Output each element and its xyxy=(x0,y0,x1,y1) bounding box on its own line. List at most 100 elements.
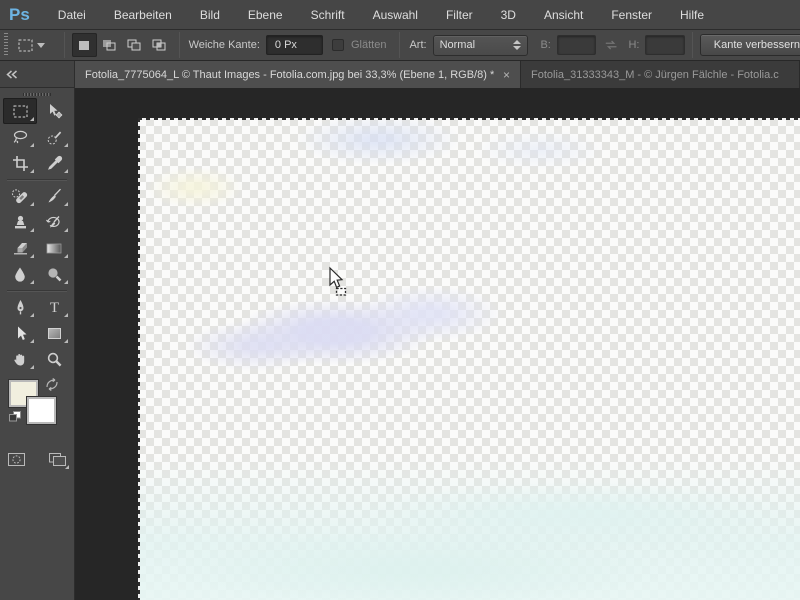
tab-label: Fotolia_31333343_M - © Jürgen Fälchle - … xyxy=(531,68,779,81)
updown-arrows-icon xyxy=(513,40,522,50)
feather-input[interactable]: 0 Px xyxy=(265,35,324,55)
eraser-icon xyxy=(13,243,27,255)
menu-hilfe[interactable]: Hilfe xyxy=(666,0,718,30)
menu-fenster[interactable]: Fenster xyxy=(597,0,666,30)
lasso-tool[interactable] xyxy=(3,124,37,150)
main-row: T xyxy=(0,88,800,600)
style-select[interactable]: Normal xyxy=(432,34,529,56)
type-icon: T xyxy=(49,300,58,316)
eyedropper-tool[interactable] xyxy=(37,150,71,176)
tool-options-bar: Weiche Kante: 0 Px Glätten Art: Normal B… xyxy=(0,30,800,61)
rectangular-marquee-tool[interactable] xyxy=(3,98,37,124)
move-tool[interactable] xyxy=(37,98,71,124)
gradient-icon xyxy=(46,243,62,253)
gradient-tool[interactable] xyxy=(37,235,71,261)
separator xyxy=(399,32,401,58)
screen-mode-button[interactable] xyxy=(44,446,72,472)
tool-divider xyxy=(3,176,71,183)
intersect-selection-button[interactable] xyxy=(147,33,172,57)
marquee-preset-icon xyxy=(18,39,33,51)
move-tool-icon xyxy=(49,103,62,118)
eyedropper-icon xyxy=(47,155,62,170)
width-input[interactable] xyxy=(556,35,597,55)
style-select-value: Normal xyxy=(439,39,476,51)
close-icon[interactable]: × xyxy=(503,68,510,82)
selection-marching-ants-top xyxy=(138,118,800,120)
brush-icon xyxy=(48,188,61,202)
menu-bar: Ps Datei Bearbeiten Bild Ebene Schrift A… xyxy=(0,0,800,30)
menu-bild[interactable]: Bild xyxy=(186,0,234,30)
add-selection-icon xyxy=(103,40,116,51)
chevron-down-icon xyxy=(36,42,45,48)
subheader-row: Fotolia_7775064_L © Thaut Images - Fotol… xyxy=(0,61,800,88)
menu-ansicht[interactable]: Ansicht xyxy=(530,0,597,30)
default-colors-icon[interactable] xyxy=(8,410,23,424)
workspace xyxy=(75,88,800,600)
move-selection-cursor xyxy=(329,266,347,296)
menu-datei[interactable]: Datei xyxy=(44,0,100,30)
swap-colors-icon[interactable] xyxy=(45,378,59,391)
healing-brush-tool[interactable] xyxy=(3,183,37,209)
lasso-icon xyxy=(13,130,27,144)
options-bar-grip[interactable] xyxy=(4,33,8,57)
swap-dimensions-icon[interactable] xyxy=(604,39,618,51)
separator xyxy=(178,32,180,58)
crop-tool[interactable] xyxy=(3,150,37,176)
screen-mode-icon xyxy=(49,452,66,466)
antialias-checkbox[interactable] xyxy=(331,39,344,51)
menu-ebene[interactable]: Ebene xyxy=(234,0,297,30)
canvas[interactable] xyxy=(138,118,800,600)
blur-drop-icon xyxy=(15,267,25,282)
height-input[interactable] xyxy=(645,35,685,55)
separator xyxy=(691,32,693,58)
subtract-from-selection-button[interactable] xyxy=(122,33,147,57)
rectangle-shape-tool[interactable] xyxy=(37,320,71,346)
menu-schrift[interactable]: Schrift xyxy=(297,0,359,30)
pen-icon xyxy=(17,299,23,314)
svg-text:T: T xyxy=(49,300,58,316)
pen-tool[interactable] xyxy=(3,294,37,320)
type-tool[interactable]: T xyxy=(37,294,71,320)
brush-tool[interactable] xyxy=(37,183,71,209)
hand-icon xyxy=(13,353,24,365)
crop-icon xyxy=(12,155,28,171)
quick-selection-tool[interactable] xyxy=(37,124,71,150)
new-selection-button[interactable] xyxy=(71,33,97,57)
menu-filter[interactable]: Filter xyxy=(432,0,487,30)
selection-marching-ants-left xyxy=(138,118,140,600)
refine-edge-button[interactable]: Kante verbessern xyxy=(699,34,800,56)
subtract-selection-icon xyxy=(127,39,141,51)
quick-mask-icon xyxy=(8,452,25,466)
clone-stamp-icon xyxy=(14,215,26,228)
toolbar-collapse-button[interactable] xyxy=(0,61,75,88)
menu-bearbeiten[interactable]: Bearbeiten xyxy=(100,0,186,30)
document-tabbar: Fotolia_7775064_L © Thaut Images - Fotol… xyxy=(75,61,800,88)
add-to-selection-button[interactable] xyxy=(97,33,122,57)
separator xyxy=(63,32,65,58)
menu-3d[interactable]: 3D xyxy=(487,0,530,30)
dodge-icon xyxy=(47,267,61,281)
double-chevron-left-icon xyxy=(6,69,17,79)
eraser-tool[interactable] xyxy=(3,235,37,261)
app-logo: Ps xyxy=(9,4,30,24)
menu-auswahl[interactable]: Auswahl xyxy=(359,0,432,30)
width-label: B: xyxy=(540,39,551,51)
panel-grip[interactable] xyxy=(23,93,51,96)
photoshop-window: Ps Datei Bearbeiten Bild Ebene Schrift A… xyxy=(0,0,800,600)
quick-mask-button[interactable] xyxy=(3,446,31,472)
tool-preset-picker[interactable] xyxy=(13,36,49,55)
tab-document-1[interactable]: Fotolia_7775064_L © Thaut Images - Fotol… xyxy=(75,61,521,88)
history-brush-tool[interactable] xyxy=(37,209,71,235)
tab-document-2[interactable]: Fotolia_31333343_M - © Jürgen Fälchle - … xyxy=(521,61,800,88)
clone-stamp-tool[interactable] xyxy=(3,209,37,235)
path-selection-tool[interactable] xyxy=(3,320,37,346)
zoom-tool[interactable] xyxy=(37,346,71,372)
hand-tool[interactable] xyxy=(3,346,37,372)
antialias-label: Glätten xyxy=(350,39,387,51)
height-label: H: xyxy=(628,39,640,51)
dodge-tool[interactable] xyxy=(37,261,71,287)
feather-label: Weiche Kante: xyxy=(188,39,260,51)
blur-tool[interactable] xyxy=(3,261,37,287)
background-color-swatch[interactable] xyxy=(26,396,57,425)
tool-divider xyxy=(3,287,71,294)
